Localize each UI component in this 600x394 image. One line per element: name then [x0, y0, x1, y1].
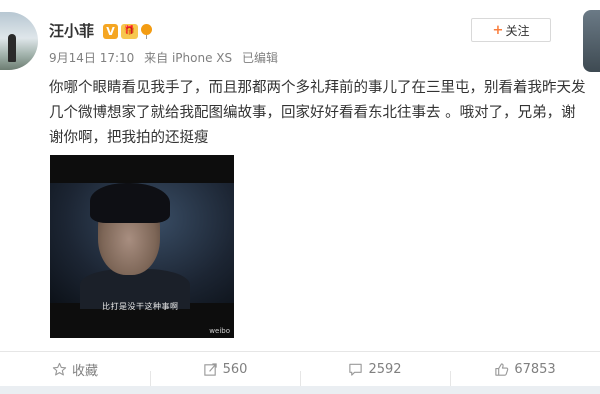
favorite-button[interactable]: 收藏	[0, 360, 150, 379]
adjacent-avatar-edge	[583, 10, 600, 72]
repost-count: 560	[222, 361, 248, 377]
verified-badge-icon[interactable]: V	[103, 24, 118, 39]
follow-label: 关注	[505, 23, 530, 38]
like-button[interactable]: 67853	[450, 361, 600, 387]
edited-label[interactable]: 已编辑	[242, 51, 278, 65]
post-source: 来自 iPhone XS	[144, 51, 233, 65]
bottom-bar	[0, 386, 600, 394]
avatar-figure	[8, 34, 16, 62]
comment-count: 2592	[368, 361, 402, 377]
user-badges: V 🎁	[103, 24, 152, 39]
balloon-icon[interactable]	[141, 24, 152, 39]
image-scene	[50, 183, 234, 309]
post-image[interactable]: 比打是没干这种事啊 weibo	[50, 155, 234, 338]
post-meta: 9月14日 17:10 来自 iPhone XS 已编辑	[49, 49, 284, 66]
like-icon	[495, 362, 509, 376]
like-count: 67853	[514, 361, 556, 377]
star-icon	[52, 362, 67, 375]
image-subtitle: 比打是没干这种事啊	[102, 302, 179, 311]
repost-button[interactable]: 560	[150, 361, 300, 387]
username[interactable]: 汪小菲	[49, 20, 94, 41]
post-text: 你哪个眼睛看见我手了，而且那都两个多礼拜前的事儿了在三里屯，别看着我昨天发几个微…	[49, 80, 586, 146]
repost-icon	[203, 362, 217, 376]
avatar[interactable]	[0, 12, 38, 70]
action-bar: 收藏 560 2592 67853	[0, 352, 600, 387]
gift-badge-icon[interactable]: 🎁	[121, 24, 138, 39]
follow-button[interactable]: + 关注	[471, 18, 551, 42]
plus-icon: +	[492, 22, 504, 38]
comment-icon	[349, 363, 363, 376]
image-hair	[90, 183, 170, 223]
post-date[interactable]: 9月14日 17:10	[49, 51, 134, 65]
comment-button[interactable]: 2592	[300, 361, 450, 387]
favorite-label: 收藏	[71, 363, 98, 379]
image-watermark: weibo	[209, 327, 230, 335]
